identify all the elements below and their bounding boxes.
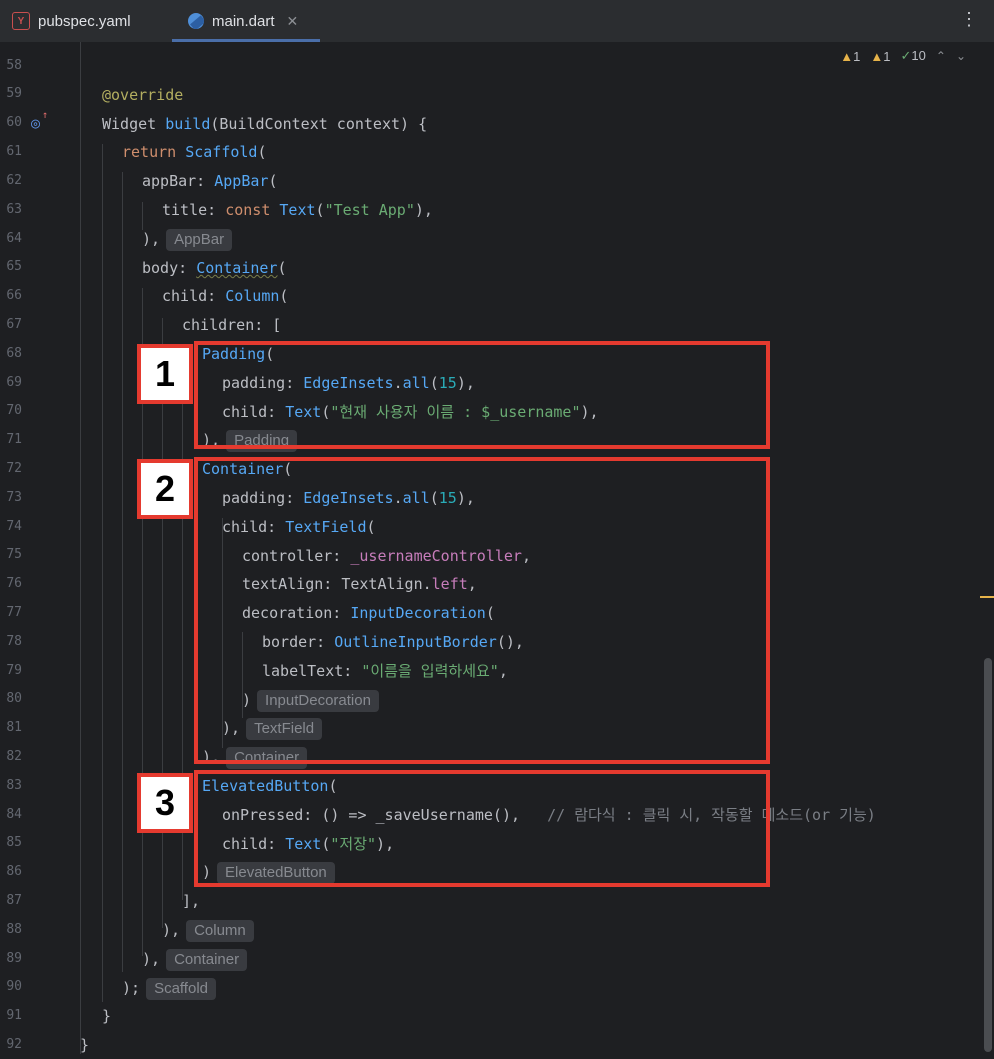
- code-line: @override: [102, 86, 184, 104]
- typo-count[interactable]: ✓10: [901, 48, 926, 64]
- code-line: ), Container: [142, 945, 248, 973]
- highlight-box-3: [194, 770, 770, 887]
- line-number: 58: [6, 58, 22, 73]
- line-number: 82: [6, 749, 22, 764]
- line-number: 86: [6, 864, 22, 879]
- override-gutter-icon[interactable]: ◎ ↑: [31, 110, 49, 132]
- line-number: 75: [6, 547, 22, 562]
- inlay-hint: Scaffold: [146, 977, 216, 1000]
- code-line: title: const Text("Test App"),: [162, 201, 433, 219]
- code-line: appBar: AppBar(: [142, 172, 278, 190]
- code-line: children: [: [182, 316, 282, 334]
- indent-guide: [102, 144, 103, 1002]
- line-number: 88: [6, 922, 22, 937]
- line-number: 90: [6, 979, 22, 994]
- code-line: child: Column(: [162, 287, 289, 305]
- weak-warning-icon: ▲: [870, 48, 884, 64]
- more-options-icon[interactable]: ⋮: [960, 8, 978, 30]
- code-line: ), Column: [162, 916, 254, 944]
- code-line: }: [102, 1007, 112, 1025]
- vertical-scrollbar[interactable]: [984, 658, 992, 1052]
- line-number: 83: [6, 778, 22, 793]
- highlight-box-1: [194, 341, 770, 449]
- weak-warning-count[interactable]: ▲1: [870, 49, 890, 64]
- warning-count[interactable]: ▲1: [840, 49, 860, 64]
- code-line: ); Scaffold: [122, 974, 216, 1002]
- indent-guide: [80, 42, 81, 1054]
- line-number: 71: [6, 432, 22, 447]
- line-number: 74: [6, 519, 22, 534]
- inspection-widget[interactable]: ▲1 ▲1 ✓10 ⌃ ⌄: [840, 48, 966, 64]
- line-number: 77: [6, 605, 22, 620]
- line-number: 73: [6, 490, 22, 505]
- line-number: 72: [6, 461, 22, 476]
- line-number: 70: [6, 403, 22, 418]
- line-number: 92: [6, 1037, 22, 1052]
- line-number: 61: [6, 144, 22, 159]
- code-line: Widget build(BuildContext context) {: [102, 115, 428, 133]
- code-line: ],: [182, 892, 201, 910]
- line-number: 67: [6, 317, 22, 332]
- indent-guide: [162, 318, 163, 928]
- line-number: 59: [6, 86, 22, 101]
- line-number: 84: [6, 807, 22, 822]
- tab-label: pubspec.yaml: [38, 12, 131, 30]
- indent-guide: [122, 172, 123, 972]
- close-icon[interactable]: ✕: [287, 13, 299, 30]
- line-number: 66: [6, 288, 22, 303]
- tab-main-dart[interactable]: main.dart ✕: [172, 0, 320, 42]
- callout-badge-1: 1: [137, 344, 193, 404]
- tab-label: main.dart: [212, 12, 275, 30]
- check-icon: ✓: [900, 48, 912, 63]
- line-number: 78: [6, 634, 22, 649]
- editor-tab-bar: Y pubspec.yaml main.dart ✕ ⋮: [0, 0, 994, 43]
- line-number: 85: [6, 835, 22, 850]
- line-number: 80: [6, 691, 22, 706]
- yaml-file-icon: Y: [12, 12, 30, 30]
- warning-icon: ▲: [840, 48, 854, 64]
- line-number: 64: [6, 231, 22, 246]
- inlay-hint: AppBar: [166, 228, 233, 251]
- line-number: 65: [6, 259, 22, 274]
- line-number: 79: [6, 663, 22, 678]
- line-number: 62: [6, 173, 22, 188]
- line-number: 60: [6, 115, 22, 130]
- highlight-box-2: [194, 457, 770, 764]
- code-line: return Scaffold(: [122, 143, 267, 161]
- callout-badge-2: 2: [137, 459, 193, 519]
- chevron-up-icon[interactable]: ⌃: [936, 49, 946, 63]
- line-number: 76: [6, 576, 22, 591]
- line-number: 87: [6, 893, 22, 908]
- line-number: 63: [6, 202, 22, 217]
- code-line: ), AppBar: [142, 225, 233, 253]
- code-line: body: Container(: [142, 259, 287, 277]
- chevron-down-icon[interactable]: ⌄: [956, 49, 966, 63]
- line-number: 68: [6, 346, 22, 361]
- callout-badge-3: 3: [137, 773, 193, 833]
- line-number: 69: [6, 375, 22, 390]
- line-number: 89: [6, 951, 22, 966]
- line-number: 81: [6, 720, 22, 735]
- warning-marker[interactable]: [980, 596, 994, 598]
- code-line: }: [80, 1036, 90, 1054]
- inlay-hint: Container: [166, 948, 248, 971]
- dart-file-icon: [188, 13, 204, 29]
- line-number: 91: [6, 1008, 22, 1023]
- inlay-hint: Column: [186, 919, 254, 942]
- tab-pubspec-yaml[interactable]: Y pubspec.yaml: [12, 0, 131, 42]
